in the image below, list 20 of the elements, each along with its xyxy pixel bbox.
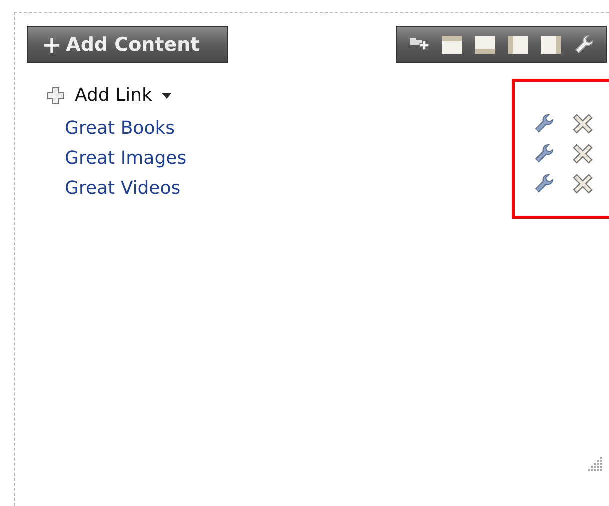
settings-icon[interactable] — [572, 34, 595, 56]
wrench-icon[interactable] — [533, 143, 555, 165]
link[interactable]: Great Books — [65, 114, 187, 144]
delete-icon[interactable] — [572, 113, 594, 135]
right-column-icon[interactable] — [540, 34, 562, 56]
plus-icon — [47, 86, 65, 104]
resize-grip-icon[interactable] — [585, 454, 603, 472]
link[interactable]: Great Videos — [65, 174, 187, 204]
add-content-button[interactable]: + Add Content — [27, 26, 228, 63]
delete-icon[interactable] — [572, 143, 594, 165]
wrench-icon[interactable] — [533, 113, 555, 135]
header-layout-icon[interactable] — [441, 34, 464, 56]
left-column-icon[interactable] — [506, 34, 529, 56]
add-link-button[interactable]: Add Link — [47, 85, 172, 106]
wrench-icon[interactable] — [533, 173, 555, 195]
link[interactable]: Great Images — [65, 144, 187, 174]
delete-icon[interactable] — [572, 173, 594, 195]
caret-icon — [162, 92, 172, 98]
add-link-label: Add Link — [75, 85, 152, 106]
footer-layout-icon[interactable] — [474, 34, 496, 56]
